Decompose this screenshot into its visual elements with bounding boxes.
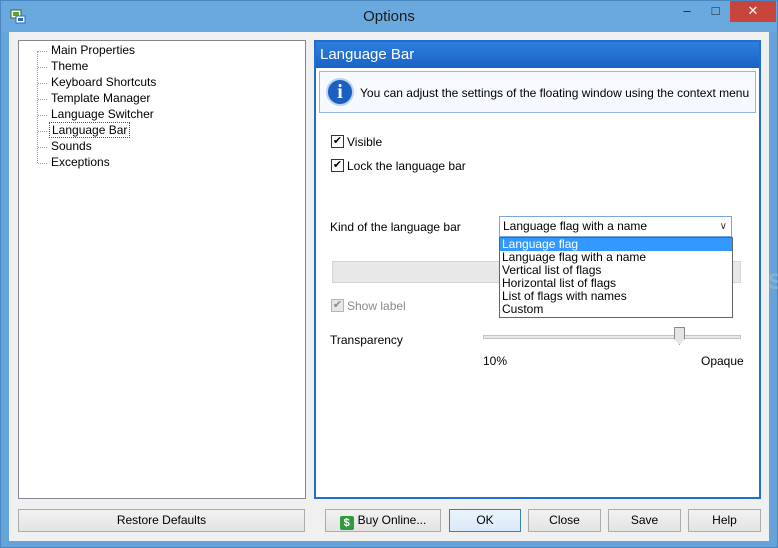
watermark: SOFTPEDIA bbox=[768, 269, 778, 294]
show-label-label: Show label bbox=[347, 299, 406, 313]
tree-item-keyboard-shortcuts[interactable]: Keyboard Shortcuts bbox=[37, 75, 158, 91]
slider-max-label: Opaque bbox=[701, 354, 744, 368]
buy-online-label: Buy Online... bbox=[357, 513, 427, 527]
minimize-button[interactable]: – bbox=[673, 1, 701, 22]
check-icon: ✔ bbox=[331, 299, 344, 312]
transparency-slider-track[interactable] bbox=[483, 335, 741, 339]
visible-label: Visible bbox=[347, 135, 383, 149]
money-icon: $ bbox=[339, 516, 354, 530]
title-bar[interactable]: Options – □ ✕ bbox=[1, 1, 777, 32]
info-icon: i bbox=[326, 78, 354, 106]
disabled-field bbox=[332, 261, 499, 283]
info-box: i You can adjust the settings of the flo… bbox=[319, 71, 756, 113]
tree-item-main-properties[interactable]: Main Properties bbox=[37, 43, 137, 59]
kind-label: Kind of the language bar bbox=[330, 220, 461, 234]
check-icon: ✔ bbox=[331, 135, 344, 148]
buy-online-button[interactable]: $ Buy Online... bbox=[325, 509, 441, 532]
help-button[interactable]: Help bbox=[688, 509, 761, 532]
kind-select[interactable]: Language flag with a name ∨ bbox=[499, 216, 732, 237]
lock-language-bar-checkbox[interactable]: ✔ Lock the language bar bbox=[331, 159, 466, 175]
tree-item-language-bar[interactable]: Language Bar bbox=[37, 122, 131, 139]
kind-selected-value: Language flag with a name bbox=[503, 219, 648, 233]
info-text: You can adjust the settings of the float… bbox=[360, 86, 750, 100]
settings-panel: Language Bar i You can adjust the settin… bbox=[314, 40, 778, 499]
lock-language-bar-label: Lock the language bar bbox=[347, 159, 466, 173]
close-window-button[interactable]: ✕ bbox=[730, 1, 776, 22]
close-button[interactable]: Close bbox=[528, 509, 601, 532]
tree-item-exceptions[interactable]: Exceptions bbox=[37, 155, 112, 171]
check-icon: ✔ bbox=[331, 159, 344, 172]
tree-item-language-switcher[interactable]: Language Switcher bbox=[37, 107, 156, 123]
transparency-label: Transparency bbox=[330, 333, 403, 347]
settings-tree[interactable]: Main Properties Theme Keyboard Shortcuts… bbox=[18, 40, 306, 499]
ok-button[interactable]: OK bbox=[449, 509, 521, 532]
dialog-client-area: Main Properties Theme Keyboard Shortcuts… bbox=[9, 32, 778, 541]
options-window: Options – □ ✕ Main Properties Theme Keyb… bbox=[0, 0, 778, 548]
chevron-down-icon: ∨ bbox=[719, 221, 727, 232]
tree-item-template-manager[interactable]: Template Manager bbox=[37, 91, 152, 107]
show-label-checkbox[interactable]: ✔ Show label bbox=[331, 299, 406, 315]
tree-item-sounds[interactable]: Sounds bbox=[37, 139, 94, 155]
panel-title: Language Bar bbox=[316, 42, 759, 68]
kind-dropdown-list[interactable]: Language flag Language flag with a name … bbox=[499, 237, 733, 318]
kind-option[interactable]: Custom bbox=[500, 303, 732, 316]
tree-item-theme[interactable]: Theme bbox=[37, 59, 90, 75]
visible-checkbox[interactable]: ✔ Visible bbox=[331, 135, 382, 151]
transparency-slider-thumb[interactable] bbox=[674, 327, 685, 345]
window-title: Options bbox=[363, 8, 415, 25]
save-button[interactable]: Save bbox=[608, 509, 681, 532]
maximize-button[interactable]: □ bbox=[702, 1, 729, 22]
restore-defaults-button[interactable]: Restore Defaults bbox=[18, 509, 305, 532]
disabled-field-end bbox=[733, 261, 741, 283]
slider-min-label: 10% bbox=[483, 354, 508, 368]
